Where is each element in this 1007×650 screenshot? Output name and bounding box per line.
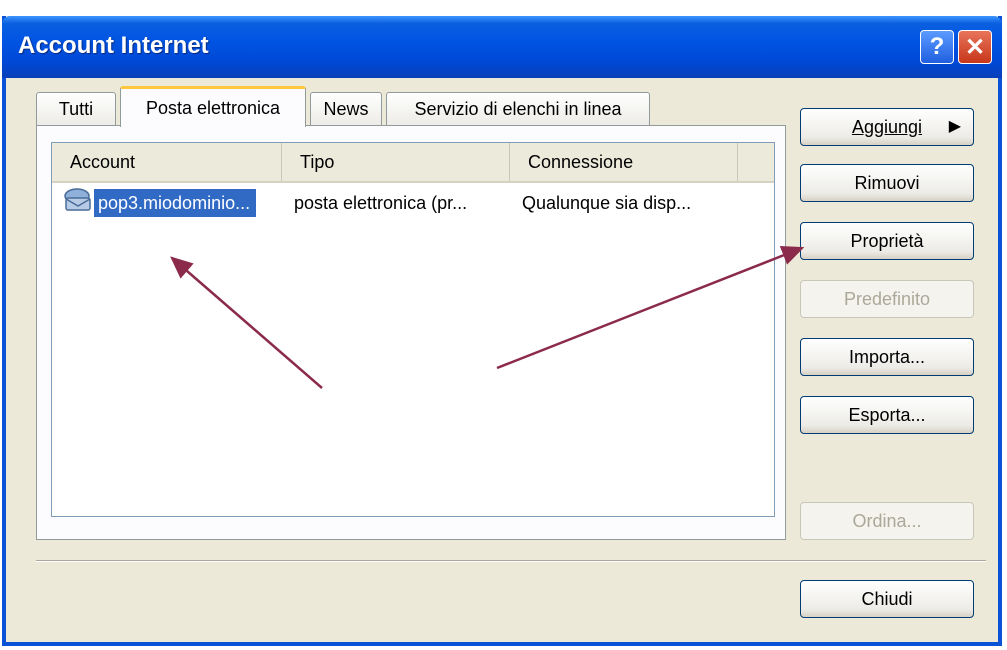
help-icon: ?: [929, 33, 945, 60]
aggiungi-label: Aggiungi: [851, 117, 923, 137]
esporta-button[interactable]: Esporta...: [800, 396, 974, 434]
chiudi-button[interactable]: Chiudi: [800, 580, 974, 618]
tab-panel: Account Tipo Connessione pop3.miodominio…: [36, 125, 786, 540]
aggiungi-button[interactable]: Aggiungi ▶: [800, 108, 974, 146]
window-title: Account Internet: [18, 32, 209, 59]
list-header: Account Tipo Connessione: [52, 143, 774, 183]
tab-news[interactable]: News: [310, 92, 382, 126]
proprieta-button[interactable]: Proprietà: [800, 222, 974, 260]
tab-servizio-elenchi[interactable]: Servizio di elenchi in linea: [386, 92, 650, 126]
account-row[interactable]: pop3.miodominio... posta elettronica (pr…: [52, 185, 774, 218]
account-name-cell[interactable]: pop3.miodominio...: [92, 188, 258, 218]
accounts-list[interactable]: Account Tipo Connessione pop3.miodominio…: [51, 142, 775, 517]
footer-separator: [36, 560, 986, 562]
predefinito-button[interactable]: Predefinito: [800, 280, 974, 318]
submenu-arrow-icon: ▶: [948, 118, 961, 135]
column-header-connessione[interactable]: Connessione: [510, 143, 738, 181]
close-icon: ✕: [964, 33, 986, 61]
column-header-tipo[interactable]: Tipo: [282, 143, 510, 181]
account-type-cell: posta elettronica (pr...: [294, 193, 468, 213]
account-connection-cell: Qualunque sia disp...: [522, 193, 692, 213]
column-header-account[interactable]: Account: [52, 143, 282, 181]
close-button[interactable]: ✕: [958, 30, 992, 64]
mail-account-icon: [64, 188, 91, 211]
tab-tutti[interactable]: Tutti: [36, 92, 116, 126]
title-bar[interactable]: Account Internet ? ✕: [2, 16, 1002, 78]
tab-posta-elettronica[interactable]: Posta elettronica: [120, 86, 306, 127]
ordina-button[interactable]: Ordina...: [800, 502, 974, 540]
rimuovi-button[interactable]: Rimuovi: [800, 164, 974, 202]
help-button[interactable]: ?: [920, 30, 954, 64]
importa-button[interactable]: Importa...: [800, 338, 974, 376]
